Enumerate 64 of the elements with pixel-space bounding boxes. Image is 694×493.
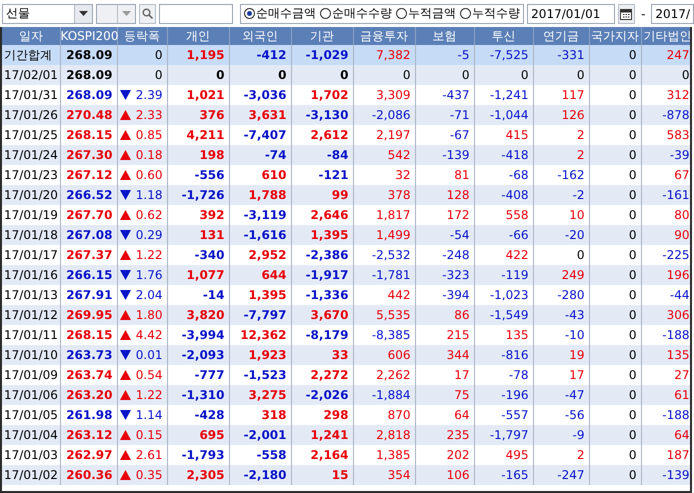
- change-value: 2.61: [136, 448, 162, 462]
- value-cell: 354: [353, 465, 415, 485]
- change-value: 0.29: [136, 228, 162, 242]
- date-separator: -: [640, 6, 646, 20]
- change-value: 0.18: [136, 148, 162, 162]
- value-cell: -139: [641, 465, 690, 485]
- radio-icon[interactable]: [320, 8, 332, 19]
- caret-icon: [122, 11, 131, 16]
- value-cell: -2,180: [229, 465, 291, 485]
- column-header[interactable]: 기관: [291, 27, 353, 45]
- change-value: 0: [154, 48, 162, 62]
- value-cell: 2,305: [167, 465, 229, 485]
- column-header[interactable]: 일자: [2, 27, 60, 45]
- change-value: 0.60: [136, 168, 162, 182]
- calendar-icon: [620, 8, 632, 20]
- change-value: 0: [154, 68, 162, 82]
- change-value: 0.15: [136, 428, 162, 442]
- value-cell: 0: [589, 465, 641, 485]
- change-value: 1.80: [136, 308, 162, 322]
- radio-icon[interactable]: [244, 8, 256, 19]
- value-cell: -165: [474, 465, 533, 485]
- column-header[interactable]: 외국인: [229, 27, 291, 45]
- change-value: 1.22: [136, 388, 162, 402]
- date-cell: 17/01/02: [2, 465, 60, 485]
- value-cell: 106: [415, 465, 474, 485]
- column-header[interactable]: 기타법인: [641, 27, 690, 45]
- radio-option[interactable]: 누적금액: [396, 5, 456, 22]
- column-header[interactable]: 개인: [167, 27, 229, 45]
- change-value: 0.54: [136, 368, 162, 382]
- change-value: 4.42: [136, 328, 162, 342]
- change-value: 2.04: [136, 288, 162, 302]
- change-value: 0.35: [136, 468, 162, 482]
- caret-icon: [78, 11, 88, 16]
- search-icon: [142, 8, 153, 19]
- change-value: 2.39: [136, 88, 162, 102]
- change-value: 1.14: [136, 408, 162, 422]
- column-header[interactable]: 등락폭: [117, 27, 167, 45]
- radio-icon[interactable]: [460, 8, 472, 19]
- market-select[interactable]: 선물: [2, 4, 93, 24]
- start-date-field[interactable]: 2017/01/01: [527, 4, 615, 24]
- index-cell: 260.36: [60, 465, 117, 485]
- radio-option[interactable]: 누적수량: [460, 5, 520, 22]
- change-value: 1.22: [136, 248, 162, 262]
- change-value: 0.01: [136, 348, 162, 362]
- column-header[interactable]: 국가지자: [589, 27, 641, 45]
- radio-icon[interactable]: [396, 8, 408, 19]
- end-date-field[interactable]: 2017/: [651, 4, 694, 24]
- column-header[interactable]: KOSPI200: [60, 27, 117, 45]
- change-value: 0.85: [136, 128, 162, 142]
- value-cell: -247: [533, 465, 589, 485]
- change-value: 0.62: [136, 208, 162, 222]
- value-cell: 15: [291, 465, 353, 485]
- change-value: 1.76: [136, 268, 162, 282]
- radio-option[interactable]: 순매수수량: [320, 5, 392, 22]
- column-header[interactable]: 보험: [415, 27, 474, 45]
- column-header[interactable]: 금융투자: [353, 27, 415, 45]
- code-input[interactable]: [158, 4, 234, 24]
- radio-option[interactable]: 순매수금액: [244, 5, 316, 22]
- calendar-button[interactable]: [618, 4, 636, 24]
- change-value: 1.18: [136, 188, 162, 202]
- column-header[interactable]: 연기금: [533, 27, 589, 45]
- column-header[interactable]: 투신: [474, 27, 533, 45]
- change-value: 2.33: [136, 108, 162, 122]
- search-button[interactable]: [138, 4, 156, 24]
